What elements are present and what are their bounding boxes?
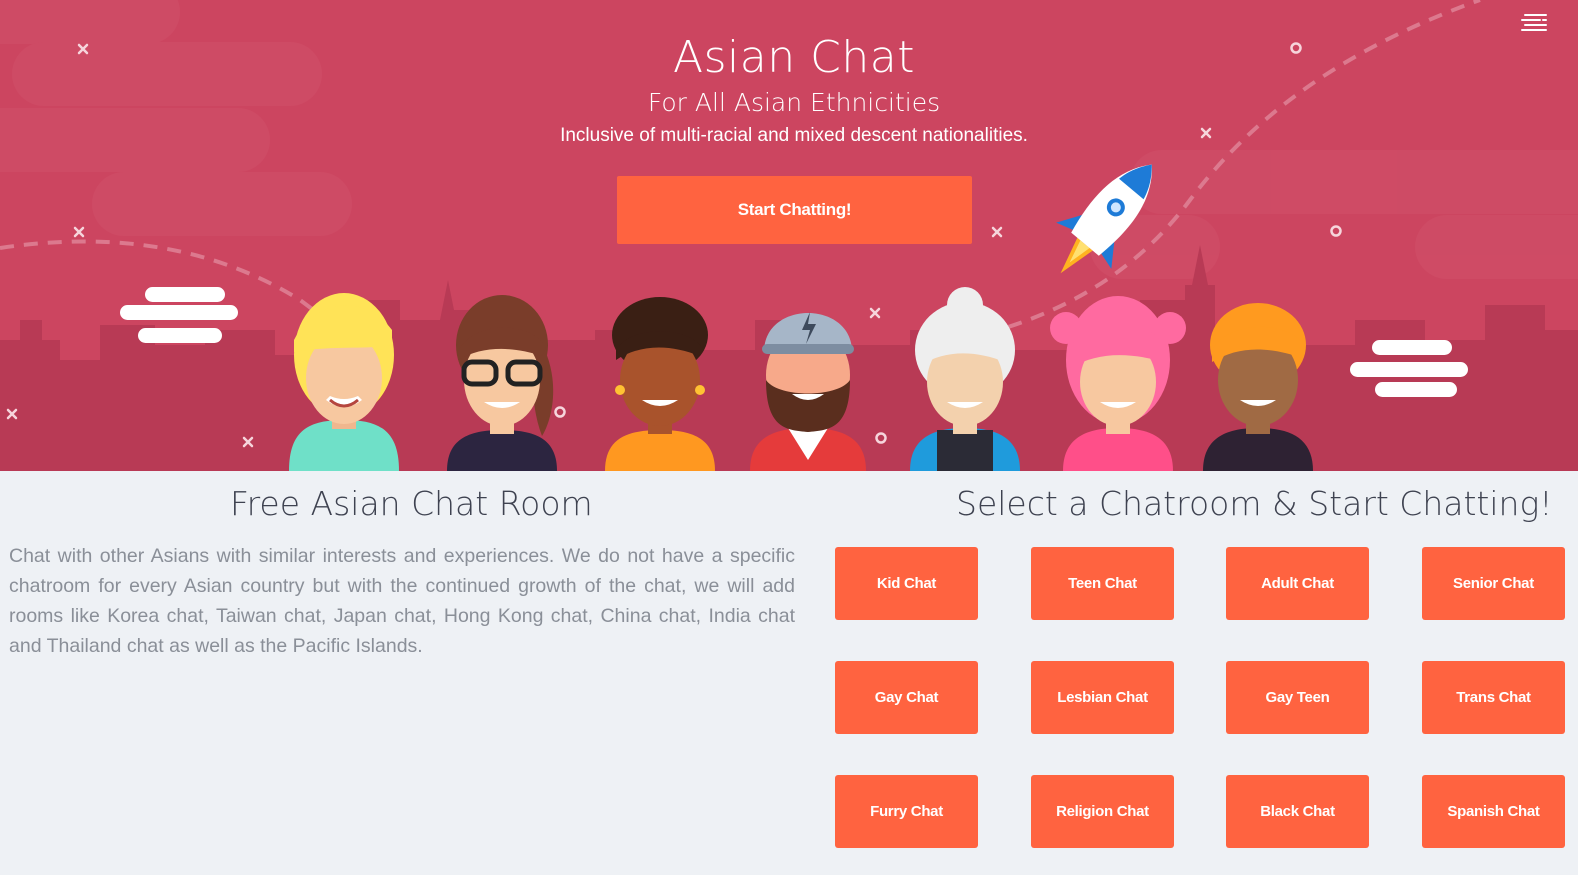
black-chat-button[interactable]: Black Chat (1226, 775, 1369, 848)
menu-icon[interactable] (1518, 10, 1550, 36)
intro-text: Chat with other Asians with similar inte… (9, 545, 795, 657)
furry-chat-button[interactable]: Furry Chat (835, 775, 978, 848)
senior-chat-button[interactable]: Senior Chat (1422, 547, 1565, 620)
teen-chat-button[interactable]: Teen Chat (1031, 547, 1174, 620)
intro-title: Free Asian Chat Room (230, 484, 593, 523)
kid-chat-button[interactable]: Kid Chat (835, 547, 978, 620)
gay-teen-button[interactable]: Gay Teen (1226, 661, 1369, 734)
trans-chat-button[interactable]: Trans Chat (1422, 661, 1565, 734)
hero-title: Asian Chat (673, 32, 915, 83)
menu-lines-icon (1521, 14, 1547, 31)
adult-chat-button[interactable]: Adult Chat (1226, 547, 1369, 620)
hero-banner: Asian Chat For All Asian Ethnicities Inc… (0, 0, 1578, 471)
spanish-chat-button[interactable]: Spanish Chat (1422, 775, 1565, 848)
lesbian-chat-button[interactable]: Lesbian Chat (1031, 661, 1174, 734)
hero-subtitle: For All Asian Ethnicities (647, 88, 941, 117)
rooms-title: Select a Chatroom & Start Chatting! (956, 484, 1553, 523)
start-chatting-button[interactable]: Start Chatting! (617, 176, 972, 244)
gay-chat-button[interactable]: Gay Chat (835, 661, 978, 734)
religion-chat-button[interactable]: Religion Chat (1031, 775, 1174, 848)
hero-tagline: Inclusive of multi-racial and mixed desc… (560, 125, 1028, 146)
